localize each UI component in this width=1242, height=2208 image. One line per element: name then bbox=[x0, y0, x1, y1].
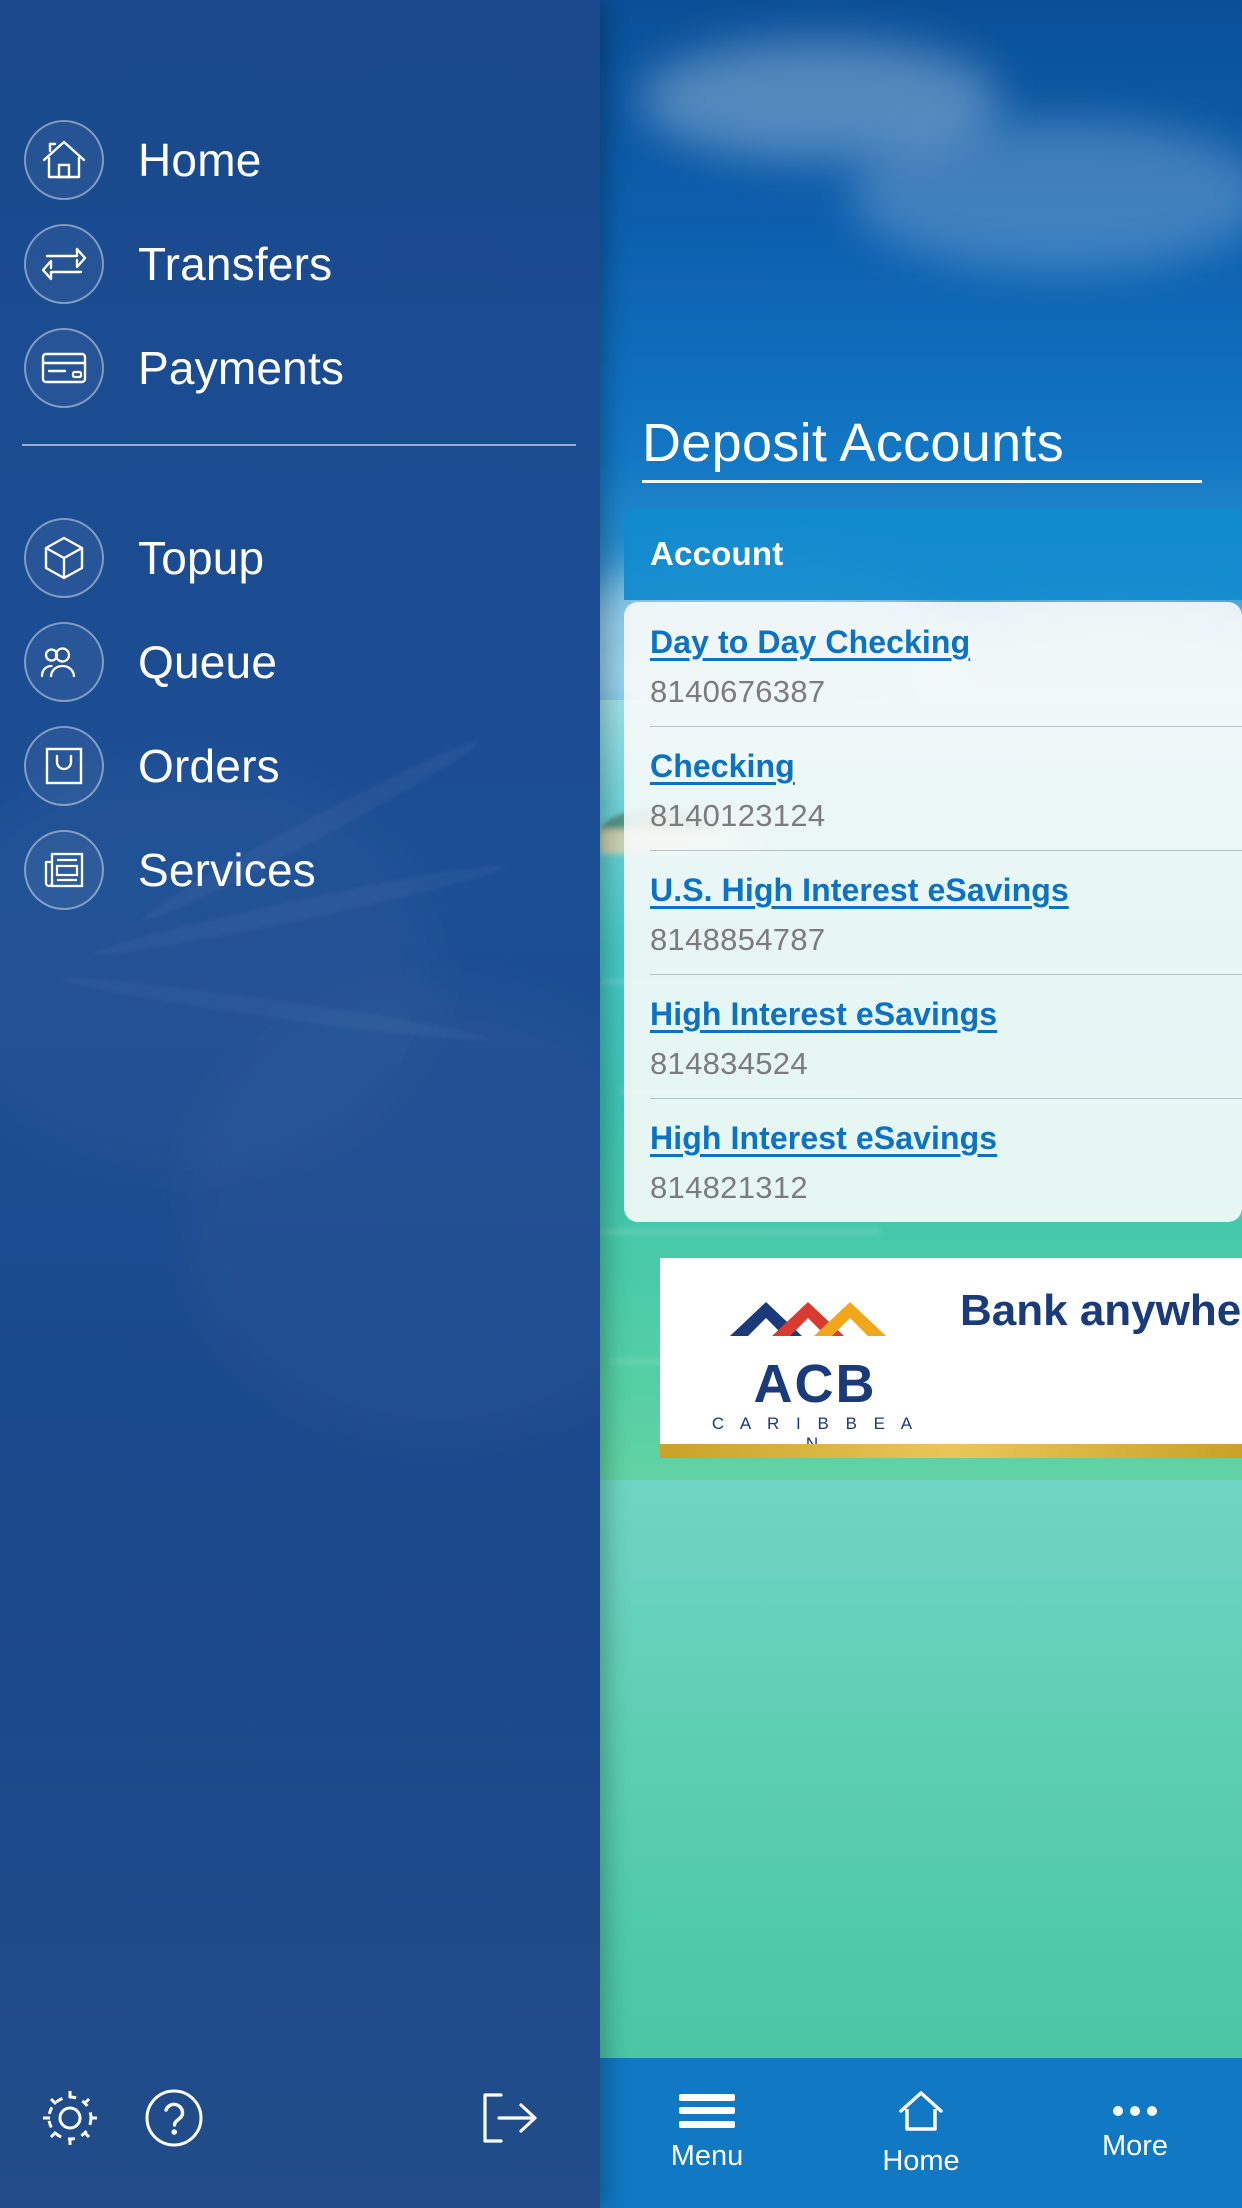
dots-icon bbox=[1113, 2105, 1157, 2116]
home-icon bbox=[24, 120, 104, 200]
drawer-footer-right-group bbox=[460, 2066, 564, 2170]
promo-gold-bar bbox=[660, 1444, 1242, 1458]
promo-headline: Bank anywhere, anytime bbox=[960, 1286, 1242, 1335]
sidebar-item-transfers[interactable]: Transfers bbox=[0, 212, 600, 316]
question-mark-icon bbox=[145, 2089, 203, 2147]
help-button[interactable] bbox=[122, 2066, 226, 2170]
account-name-link[interactable]: U.S. High Interest eSavings bbox=[650, 872, 1242, 909]
sidebar-item-services[interactable]: Services bbox=[0, 818, 600, 922]
home-icon bbox=[899, 2090, 943, 2131]
sidebar-item-label: Queue bbox=[138, 636, 278, 688]
sidebar-item-label: Orders bbox=[138, 740, 280, 792]
acb-wordmark: ACB bbox=[753, 1354, 877, 1414]
transfers-icon bbox=[24, 224, 104, 304]
nav-label-menu: Menu bbox=[670, 2139, 744, 2172]
bottom-navigation: Menu Home More bbox=[600, 2058, 1242, 2208]
sidebar-item-label: Services bbox=[138, 844, 316, 896]
sidebar-item-label: Topup bbox=[138, 532, 265, 584]
sidebar-item-label: Payments bbox=[138, 342, 345, 394]
account-number: 8140123124 bbox=[650, 798, 826, 833]
account-name-link[interactable]: High Interest eSavings bbox=[650, 996, 1242, 1033]
nav-item-menu[interactable]: Menu bbox=[600, 2058, 814, 2208]
sidebar-item-label: Transfers bbox=[138, 238, 333, 290]
menu-divider bbox=[22, 444, 576, 446]
hamburger-icon bbox=[679, 2093, 735, 2128]
account-section-header: Account bbox=[624, 508, 1242, 600]
page-title-container: Deposit Accounts bbox=[642, 412, 1242, 483]
drawer-footer bbox=[0, 2028, 600, 2208]
app-root: Deposit Accounts Account Day to Day Chec… bbox=[0, 0, 1242, 2208]
settings-button[interactable] bbox=[18, 2066, 122, 2170]
deposit-accounts-screen: Deposit Accounts Account Day to Day Chec… bbox=[600, 0, 1242, 2208]
people-icon bbox=[24, 622, 104, 702]
account-list-item[interactable]: Day to Day Checking 8140676387 bbox=[624, 602, 1242, 726]
account-list: Day to Day Checking 8140676387 Checking … bbox=[624, 602, 1242, 1222]
account-number: 814834524 bbox=[650, 1046, 808, 1081]
account-name-link[interactable]: Day to Day Checking bbox=[650, 624, 1242, 661]
nav-label-home: Home bbox=[882, 2144, 960, 2177]
account-list-item[interactable]: High Interest eSavings 814821312 bbox=[624, 1098, 1242, 1222]
acb-logo: ACB C A R I B B E A N bbox=[710, 1296, 920, 1454]
account-header-label: Account bbox=[650, 535, 784, 572]
acb-chevron-icon bbox=[720, 1296, 910, 1352]
account-name-link[interactable]: High Interest eSavings bbox=[650, 1120, 1242, 1157]
account-number: 8140676387 bbox=[650, 674, 826, 709]
drawer-menu: Home Transfers Payments Topup Queue Orde… bbox=[0, 108, 600, 922]
logout-arrow-icon bbox=[483, 2093, 537, 2143]
logout-button[interactable] bbox=[460, 2066, 564, 2170]
account-list-item[interactable]: High Interest eSavings 814834524 bbox=[624, 974, 1242, 1098]
nav-label-more: More bbox=[1101, 2129, 1169, 2162]
page-title: Deposit Accounts bbox=[642, 413, 1065, 473]
account-list-item[interactable]: U.S. High Interest eSavings 8148854787 bbox=[624, 850, 1242, 974]
navigation-drawer: Home Transfers Payments Topup Queue Orde… bbox=[0, 0, 600, 2208]
cube-icon bbox=[24, 518, 104, 598]
title-underline bbox=[642, 480, 1202, 483]
credit-card-icon bbox=[24, 328, 104, 408]
menu-spacer bbox=[0, 470, 600, 506]
account-name-link[interactable]: Checking bbox=[650, 748, 1242, 785]
nav-item-more[interactable]: More bbox=[1028, 2058, 1242, 2208]
gear-icon bbox=[43, 2091, 97, 2145]
sidebar-item-queue[interactable]: Queue bbox=[0, 610, 600, 714]
shopping-bag-icon bbox=[24, 726, 104, 806]
nav-item-home[interactable]: Home bbox=[814, 2058, 1028, 2208]
sidebar-item-orders[interactable]: Orders bbox=[0, 714, 600, 818]
sidebar-item-payments[interactable]: Payments bbox=[0, 316, 600, 420]
water-streak bbox=[600, 1230, 880, 1233]
account-number: 814821312 bbox=[650, 1170, 808, 1205]
account-list-item[interactable]: Checking 8140123124 bbox=[624, 726, 1242, 850]
sidebar-item-home[interactable]: Home bbox=[0, 108, 600, 212]
account-number: 8148854787 bbox=[650, 922, 826, 957]
sidebar-item-topup[interactable]: Topup bbox=[0, 506, 600, 610]
promo-banner[interactable]: ACB C A R I B B E A N Bank anywhere, any… bbox=[660, 1258, 1242, 1458]
drawer-footer-left-group bbox=[18, 2066, 226, 2170]
sidebar-item-label: Home bbox=[138, 134, 262, 186]
newspaper-icon bbox=[24, 830, 104, 910]
